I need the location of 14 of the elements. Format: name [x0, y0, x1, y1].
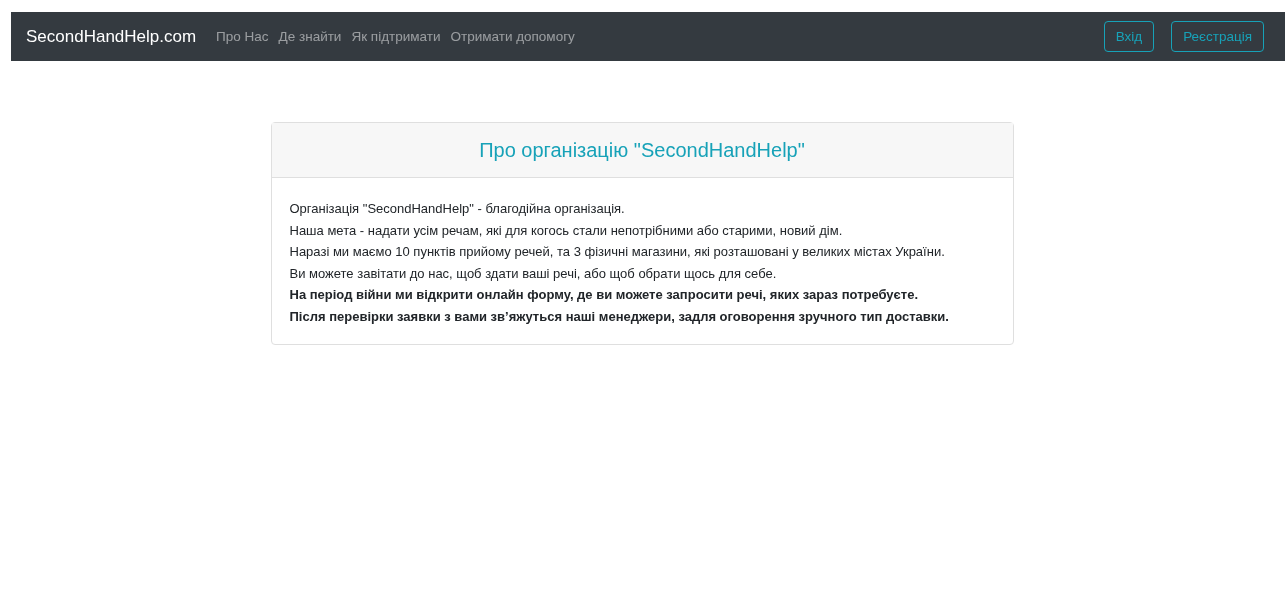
login-button[interactable]: Вхід: [1103, 21, 1155, 52]
nav-link[interactable]: Отримати допомогу: [450, 29, 575, 44]
paragraph: Ви можете завітати до нас, щоб здати ваші речі, або щоб обрати щось для себе.: [289, 264, 778, 283]
nav-link[interactable]: Про Нас: [216, 29, 269, 44]
card-title: Про організацію "SecondHandHelp": [479, 138, 805, 162]
register-button[interactable]: Реєстрація: [1171, 21, 1264, 52]
paragraph: Наша мета - надати усім речам, які для когось стали непотрібними або старими, новий дім.: [289, 221, 844, 240]
paragraph: Після перевірки заявки з вами зв’яжуться наші менеджери, задля оговорення зручного тип доставки.: [289, 307, 950, 326]
paragraph: На період війни ми відкрити онлайн форму, де ви можете запросити речі, яких зараз потребуєте.: [289, 286, 919, 304]
paragraph: Організація "SecondHandHelp" - благодійна організація.: [289, 200, 626, 218]
nav-link[interactable]: Де знайти: [278, 29, 342, 44]
paragraph: Наразі ми маємо 10 пунктів прийому речей, та 3 фізичні магазини, які розташовані у великих містах України.: [289, 243, 946, 261]
nav-link[interactable]: Як підтримати: [351, 29, 441, 44]
brand-link[interactable]: SecondHandHelp.com: [26, 26, 197, 47]
